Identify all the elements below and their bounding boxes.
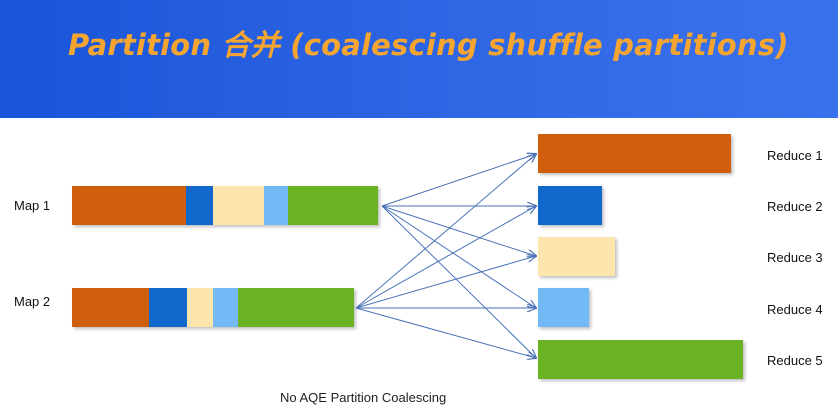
arrow-map2-reduce1	[355, 154, 536, 309]
arrow-map1-reduce4	[381, 205, 536, 308]
arrow-map1-reduce5	[381, 205, 536, 358]
arrow-map2-reduce3	[355, 256, 536, 309]
arrow-map1-reduce1	[381, 154, 536, 207]
arrow-map1-reduce3	[381, 205, 536, 256]
shuffle-arrows	[355, 0, 838, 420]
arrow-map2-reduce5	[355, 307, 536, 358]
diagram-caption: No AQE Partition Coalescing	[280, 390, 447, 405]
arrow-map2-reduce2	[355, 206, 536, 309]
